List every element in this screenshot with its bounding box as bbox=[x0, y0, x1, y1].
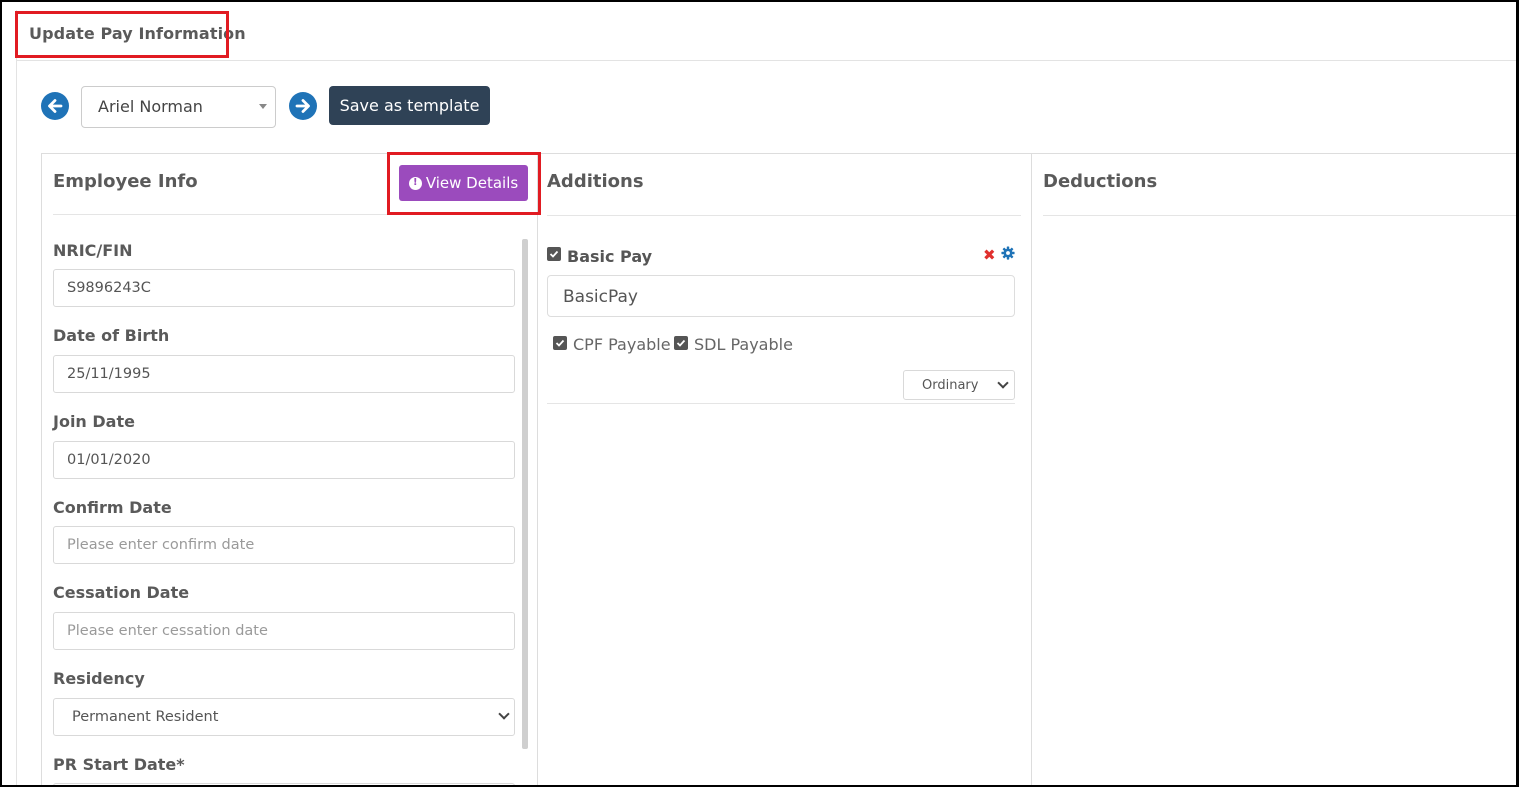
residency-select[interactable]: Permanent Resident bbox=[53, 698, 515, 736]
highlight-box-view-details bbox=[387, 152, 541, 215]
check-icon bbox=[676, 339, 686, 347]
check-icon bbox=[555, 339, 565, 347]
nric-input[interactable]: S9896243C bbox=[53, 269, 515, 307]
deductions-panel: Deductions bbox=[1032, 154, 1516, 785]
basic-pay-title: Basic Pay bbox=[567, 247, 653, 266]
check-icon bbox=[549, 250, 559, 258]
chevron-down-icon bbox=[997, 377, 1009, 389]
previous-employee-button[interactable] bbox=[41, 92, 69, 120]
residency-label: Residency bbox=[53, 669, 145, 688]
divider bbox=[547, 215, 1021, 216]
highlight-box-title bbox=[15, 11, 229, 58]
save-as-template-button[interactable]: Save as template bbox=[329, 86, 490, 125]
cpf-payable-checkbox[interactable] bbox=[553, 336, 567, 350]
additions-title: Additions bbox=[547, 171, 644, 192]
deductions-title: Deductions bbox=[1043, 171, 1158, 192]
pay-type-value: Ordinary bbox=[922, 378, 979, 393]
employee-select-value: Ariel Norman bbox=[98, 97, 203, 116]
divider bbox=[547, 403, 1015, 404]
join-date-label: Join Date bbox=[53, 412, 135, 431]
gear-icon[interactable] bbox=[1001, 246, 1015, 260]
employee-select[interactable]: Ariel Norman bbox=[81, 86, 276, 128]
sdl-payable-label: SDL Payable bbox=[694, 335, 793, 354]
arrow-left-icon bbox=[48, 99, 63, 113]
residency-value: Permanent Resident bbox=[72, 709, 219, 725]
pr-start-date-input[interactable] bbox=[53, 783, 515, 785]
caret-down-icon bbox=[259, 104, 267, 109]
basic-pay-checkbox[interactable] bbox=[547, 247, 561, 261]
dob-label: Date of Birth bbox=[53, 326, 170, 345]
pr-start-date-label: PR Start Date* bbox=[53, 755, 185, 774]
confirm-date-input[interactable]: Please enter confirm date bbox=[53, 526, 515, 564]
next-employee-button[interactable] bbox=[289, 92, 317, 120]
sdl-payable-checkbox[interactable] bbox=[674, 336, 688, 350]
cessation-date-label: Cessation Date bbox=[53, 583, 190, 602]
remove-icon[interactable]: ✖ bbox=[983, 246, 996, 264]
pay-type-select[interactable]: Ordinary bbox=[903, 370, 1015, 400]
chevron-down-icon bbox=[498, 708, 510, 720]
panels: Employee Info ! View Details NRIC/FIN S9… bbox=[41, 153, 1516, 785]
dob-input[interactable]: 25/11/1995 bbox=[53, 355, 515, 393]
app-frame: Update Pay Information Ariel Norman Save… bbox=[0, 0, 1519, 787]
join-date-input[interactable]: 01/01/2020 bbox=[53, 441, 515, 479]
confirm-date-label: Confirm Date bbox=[53, 498, 172, 517]
cpf-payable-label: CPF Payable bbox=[573, 335, 671, 354]
arrow-right-icon bbox=[295, 99, 310, 113]
cessation-date-input[interactable]: Please enter cessation date bbox=[53, 612, 515, 650]
divider bbox=[1043, 215, 1516, 216]
basic-pay-input[interactable]: BasicPay bbox=[547, 275, 1015, 317]
employee-info-panel: Employee Info ! View Details NRIC/FIN S9… bbox=[41, 154, 538, 785]
additions-panel: Additions Basic Pay ✖ BasicPay CPF Payab… bbox=[538, 154, 1032, 785]
employee-info-title: Employee Info bbox=[53, 171, 198, 192]
scrollbar[interactable] bbox=[522, 239, 528, 749]
page-header: Update Pay Information bbox=[16, 10, 1516, 61]
nric-label: NRIC/FIN bbox=[53, 241, 133, 260]
